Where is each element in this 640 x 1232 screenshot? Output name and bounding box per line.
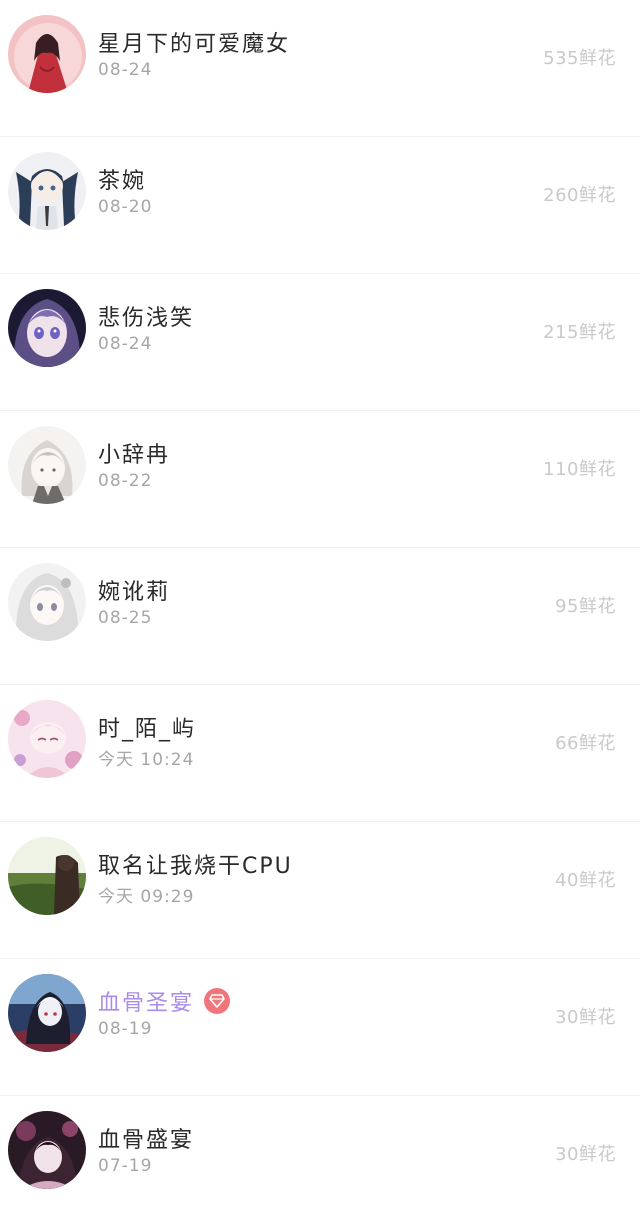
gift-date: 08-25 — [98, 608, 153, 628]
flower-count: 215鲜花 — [543, 322, 616, 343]
user-name[interactable]: 时_陌_屿 — [98, 711, 196, 743]
list-item[interactable]: 血骨圣宴 08-19 30鲜花 — [0, 958, 640, 1095]
list-item[interactable]: 茶婉 08-20 260鲜花 — [0, 136, 640, 273]
avatar[interactable] — [8, 700, 86, 778]
user-name[interactable]: 血骨盛宴 — [98, 1122, 194, 1154]
gift-date: 08-22 — [98, 471, 153, 491]
flower-count: 260鲜花 — [543, 185, 616, 206]
avatar-dark-pink-girl-icon — [8, 1111, 86, 1189]
flower-count: 95鲜花 — [555, 596, 616, 617]
user-name[interactable]: 取名让我烧干CPU — [98, 848, 293, 880]
avatar-sketch-girl-icon — [8, 426, 86, 504]
avatar[interactable] — [8, 289, 86, 367]
avatar[interactable] — [8, 563, 86, 641]
avatar-twin-tail-girl-icon — [8, 152, 86, 230]
user-name[interactable]: 悲伤浅笑 — [98, 300, 194, 332]
gift-date: 08-19 — [98, 1019, 153, 1039]
list-item[interactable]: 血骨盛宴 07-19 30鲜花 — [0, 1095, 640, 1232]
user-name[interactable]: 茶婉 — [98, 163, 146, 195]
list-item[interactable]: 小辞冉 08-22 110鲜花 — [0, 410, 640, 547]
avatar[interactable] — [8, 152, 86, 230]
list-item[interactable]: 星月下的可爱魔女 08-24 535鲜花 — [0, 0, 640, 136]
gift-date: 08-24 — [98, 60, 153, 80]
avatar-white-hair-girl-icon — [8, 563, 86, 641]
avatar-pink-floral-girl-icon — [8, 700, 86, 778]
flower-count: 40鲜花 — [555, 870, 616, 891]
list-item[interactable]: 时_陌_屿 今天 10:24 66鲜花 — [0, 684, 640, 821]
list-item[interactable]: 婉讹莉 08-25 95鲜花 — [0, 547, 640, 684]
user-name[interactable]: 婉讹莉 — [98, 574, 170, 606]
avatar-dark-blue-girl-icon — [8, 974, 86, 1052]
diamond-icon — [209, 994, 225, 1008]
gift-date: 今天 09:29 — [98, 887, 195, 907]
vip-badge — [204, 988, 231, 1014]
user-name[interactable]: 星月下的可爱魔女 — [98, 26, 290, 58]
flower-count: 110鲜花 — [543, 459, 616, 480]
avatar-purple-hair-girl-icon — [8, 289, 86, 367]
gift-date: 今天 10:24 — [98, 750, 195, 770]
user-name[interactable]: 小辞冉 — [98, 437, 170, 469]
avatar-red-dress-girl-icon — [8, 15, 86, 93]
avatar[interactable] — [8, 1111, 86, 1189]
gift-date: 07-19 — [98, 1156, 153, 1176]
flower-count: 66鲜花 — [555, 733, 616, 754]
flower-count: 30鲜花 — [555, 1007, 616, 1028]
avatar[interactable] — [8, 974, 86, 1052]
flower-count: 535鲜花 — [543, 48, 616, 69]
user-name[interactable]: 血骨圣宴 — [98, 985, 194, 1017]
avatar[interactable] — [8, 837, 86, 915]
flower-ranking-list: 星月下的可爱魔女 08-24 535鲜花 茶婉 08-20 260鲜花 悲伤浅笑… — [0, 0, 640, 1232]
list-item[interactable]: 取名让我烧干CPU 今天 09:29 40鲜花 — [0, 821, 640, 958]
avatar[interactable] — [8, 426, 86, 504]
list-item[interactable]: 悲伤浅笑 08-24 215鲜花 — [0, 273, 640, 410]
flower-count: 30鲜花 — [555, 1144, 616, 1165]
gift-date: 08-20 — [98, 197, 153, 217]
avatar[interactable] — [8, 15, 86, 93]
avatar-field-landscape-icon — [8, 837, 86, 915]
gift-date: 08-24 — [98, 334, 153, 354]
